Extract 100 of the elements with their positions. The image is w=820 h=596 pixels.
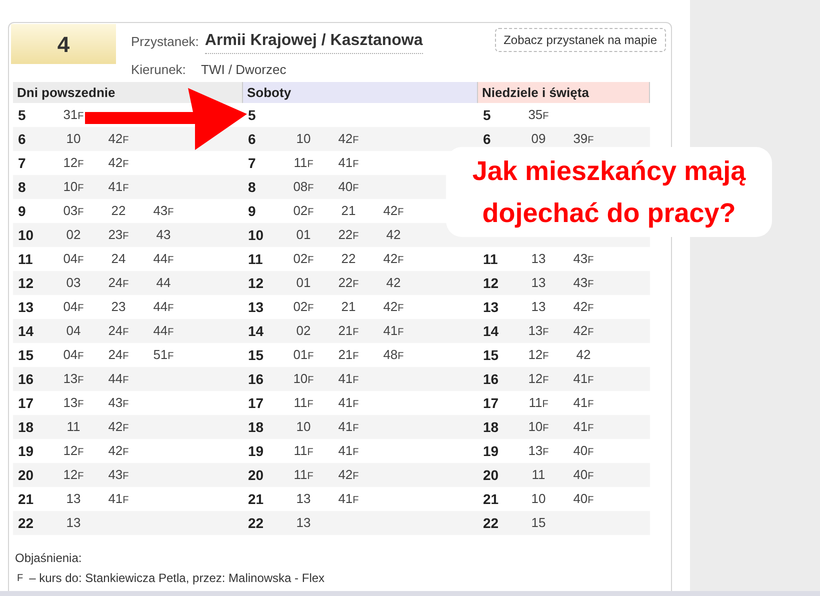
minute-cell-text: 21F (337, 322, 360, 340)
minute-cell-text: 22F (337, 274, 360, 292)
minute-cell-text: 23 (110, 298, 127, 316)
hour-cell-text: 22 (482, 514, 500, 532)
minute-cell-text: 43F (107, 394, 130, 412)
minute-cell-text: 21 (340, 298, 357, 316)
minute-cell-text: 10F (62, 178, 85, 196)
hour-cell-text: 18 (482, 418, 500, 436)
hour-cell-text: 12 (17, 274, 35, 292)
minute-cell-text: 24F (107, 322, 130, 340)
minute-cell-text: 01 (295, 274, 312, 292)
hour-cell-text: 21 (17, 490, 35, 508)
minute-cell-text: 35F (527, 106, 550, 124)
legend-mark: F (16, 572, 24, 586)
minute-cell-text: 41F (572, 370, 595, 388)
hour-cell-text: 17 (17, 394, 35, 412)
minute-cell-text: 41F (337, 418, 360, 436)
minute-cell-text: 40F (572, 466, 595, 484)
minute-cell-text: 42F (382, 298, 405, 316)
hour-cell-text: 9 (247, 202, 257, 220)
minute-cell-text: 10 (530, 490, 547, 508)
minute-cell-text: 12F (527, 346, 550, 364)
minute-cell-text: 39F (572, 130, 595, 148)
hour-cell-text: 20 (482, 466, 500, 484)
hour-cell-text: 6 (482, 130, 492, 148)
hour-cell-text: 5 (17, 106, 27, 124)
minute-cell-text: 12F (62, 466, 85, 484)
hour-cell-text: 13 (247, 298, 265, 316)
minute-cell-text: 10 (65, 130, 82, 148)
minute-cell-text: 41F (337, 154, 360, 172)
legend-text: – kurs do: Stankiewicza Petla, przez: Malinowska - Flex (29, 570, 325, 587)
hour-cell-text: 16 (247, 370, 265, 388)
minute-cell-text: 43F (107, 466, 130, 484)
hour-cell-text: 19 (247, 442, 265, 460)
minute-cell-text: 42F (107, 418, 130, 436)
hour-cell-text: 7 (247, 154, 257, 172)
hour-cell-text: 20 (17, 466, 35, 484)
minute-cell-text: 13 (530, 274, 547, 292)
minute-cell-text: 02 (65, 226, 82, 244)
hour-cell-text: 16 (482, 370, 500, 388)
minute-cell-text: 03 (65, 274, 82, 292)
minute-cell-text: 11F (292, 394, 314, 412)
minute-cell-text: 13 (65, 490, 82, 508)
minute-cell-text: 08F (292, 178, 315, 196)
minute-cell-text: 21 (340, 202, 357, 220)
minute-cell-text: 42F (382, 202, 405, 220)
minute-cell-text: 12F (527, 370, 550, 388)
hour-cell-text: 14 (247, 322, 265, 340)
minute-cell-text: 13 (295, 514, 312, 532)
minute-cell-text: 02F (292, 202, 315, 220)
minute-cell-text: 44F (152, 250, 175, 268)
hour-cell-text: 14 (482, 322, 500, 340)
hour-cell-text: 18 (247, 418, 265, 436)
stop-name: Armii Krajowej / Kasztanowa (204, 29, 423, 54)
column-header: Niedziele i święta (478, 82, 650, 103)
hour-cell-text: 21 (247, 490, 265, 508)
minute-cell-text: 43F (572, 250, 595, 268)
minute-cell-text: 42F (572, 322, 595, 340)
minute-cell-text: 11F (292, 466, 314, 484)
minute-cell-text: 13F (527, 322, 550, 340)
minute-cell-text: 48F (382, 346, 405, 364)
hour-cell-text: 21 (482, 490, 500, 508)
minute-cell-text: 41F (107, 178, 130, 196)
minute-cell-text: 11F (292, 442, 314, 460)
minute-cell-text: 43F (572, 274, 595, 292)
minute-cell-text: 40F (572, 442, 595, 460)
minute-cell-text: 42F (337, 466, 360, 484)
minute-cell-text: 04F (62, 250, 85, 268)
minute-cell-text: 02 (295, 322, 312, 340)
minute-cell-text: 31F (62, 106, 85, 124)
hour-cell-text: 11 (247, 250, 264, 268)
hour-cell-text: 7 (17, 154, 27, 172)
hour-cell-text: 17 (247, 394, 265, 412)
minute-cell-text: 13 (530, 298, 547, 316)
minute-cell-text: 02F (292, 298, 315, 316)
minute-cell-text: 42F (107, 442, 130, 460)
minute-cell-text: 10F (527, 418, 550, 436)
hour-cell-text: 10 (17, 226, 35, 244)
minute-cell-text: 15 (530, 514, 547, 532)
minute-cell-text: 41F (337, 394, 360, 412)
hour-cell-text: 5 (482, 106, 492, 124)
hour-cell-text: 19 (17, 442, 35, 460)
map-button[interactable]: Zobacz przystanek na mapie (494, 28, 666, 52)
hour-cell-text: 5 (247, 106, 257, 124)
minute-cell-text: 42F (572, 298, 595, 316)
minute-cell-text: 22 (110, 202, 127, 220)
minute-cell-text: 01F (292, 346, 315, 364)
hour-cell-text: 13 (17, 298, 35, 316)
hour-cell-text: 17 (482, 394, 500, 412)
column-header: Soboty (243, 82, 478, 103)
minute-cell-text: 42F (382, 250, 405, 268)
minute-cell-text: 44F (152, 298, 175, 316)
minute-cell-text: 12F (62, 154, 85, 172)
minute-cell-text: 42 (385, 274, 402, 292)
minute-cell-text: 02F (292, 250, 315, 268)
hour-cell-text: 11 (482, 250, 499, 268)
minute-cell-text: 04 (65, 322, 82, 340)
minute-cell-text: 21F (337, 346, 360, 364)
hour-cell-text: 12 (247, 274, 265, 292)
minute-cell-text: 09 (530, 130, 547, 148)
